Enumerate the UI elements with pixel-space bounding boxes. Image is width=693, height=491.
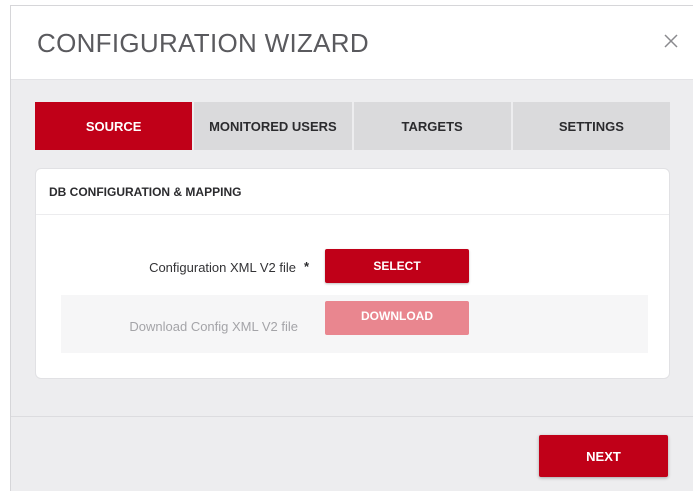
dialog-header: CONFIGURATION WIZARD xyxy=(11,6,693,80)
tab-targets[interactable]: TARGETS xyxy=(353,102,511,150)
configuration-wizard-dialog: CONFIGURATION WIZARD SOURCE MONITORED US… xyxy=(10,5,693,491)
required-marker: * xyxy=(304,259,310,274)
download-button[interactable]: DOWNLOAD xyxy=(325,301,469,335)
close-icon[interactable] xyxy=(658,28,684,54)
download-config-label: Download Config XML V2 file xyxy=(129,319,298,334)
close-icon-graphic xyxy=(664,34,678,48)
next-button[interactable]: NEXT xyxy=(539,435,668,477)
tab-settings[interactable]: SETTINGS xyxy=(512,102,670,150)
db-configuration-panel: DB CONFIGURATION & MAPPING Configuration… xyxy=(35,168,670,379)
configuration-file-row: Configuration XML V2 file * SELECT xyxy=(61,233,648,291)
configuration-file-label: Configuration XML V2 file xyxy=(149,260,296,275)
panel-title: DB CONFIGURATION & MAPPING xyxy=(36,169,669,215)
footer-divider xyxy=(11,416,693,417)
dialog-title: CONFIGURATION WIZARD xyxy=(37,28,369,58)
tab-source[interactable]: SOURCE xyxy=(35,102,193,150)
select-button[interactable]: SELECT xyxy=(325,249,469,283)
wizard-tabs: SOURCE MONITORED USERS TARGETS SETTINGS xyxy=(35,102,670,150)
tab-monitored-users[interactable]: MONITORED USERS xyxy=(194,102,352,150)
download-config-row: Download Config XML V2 file DOWNLOAD xyxy=(61,295,648,353)
